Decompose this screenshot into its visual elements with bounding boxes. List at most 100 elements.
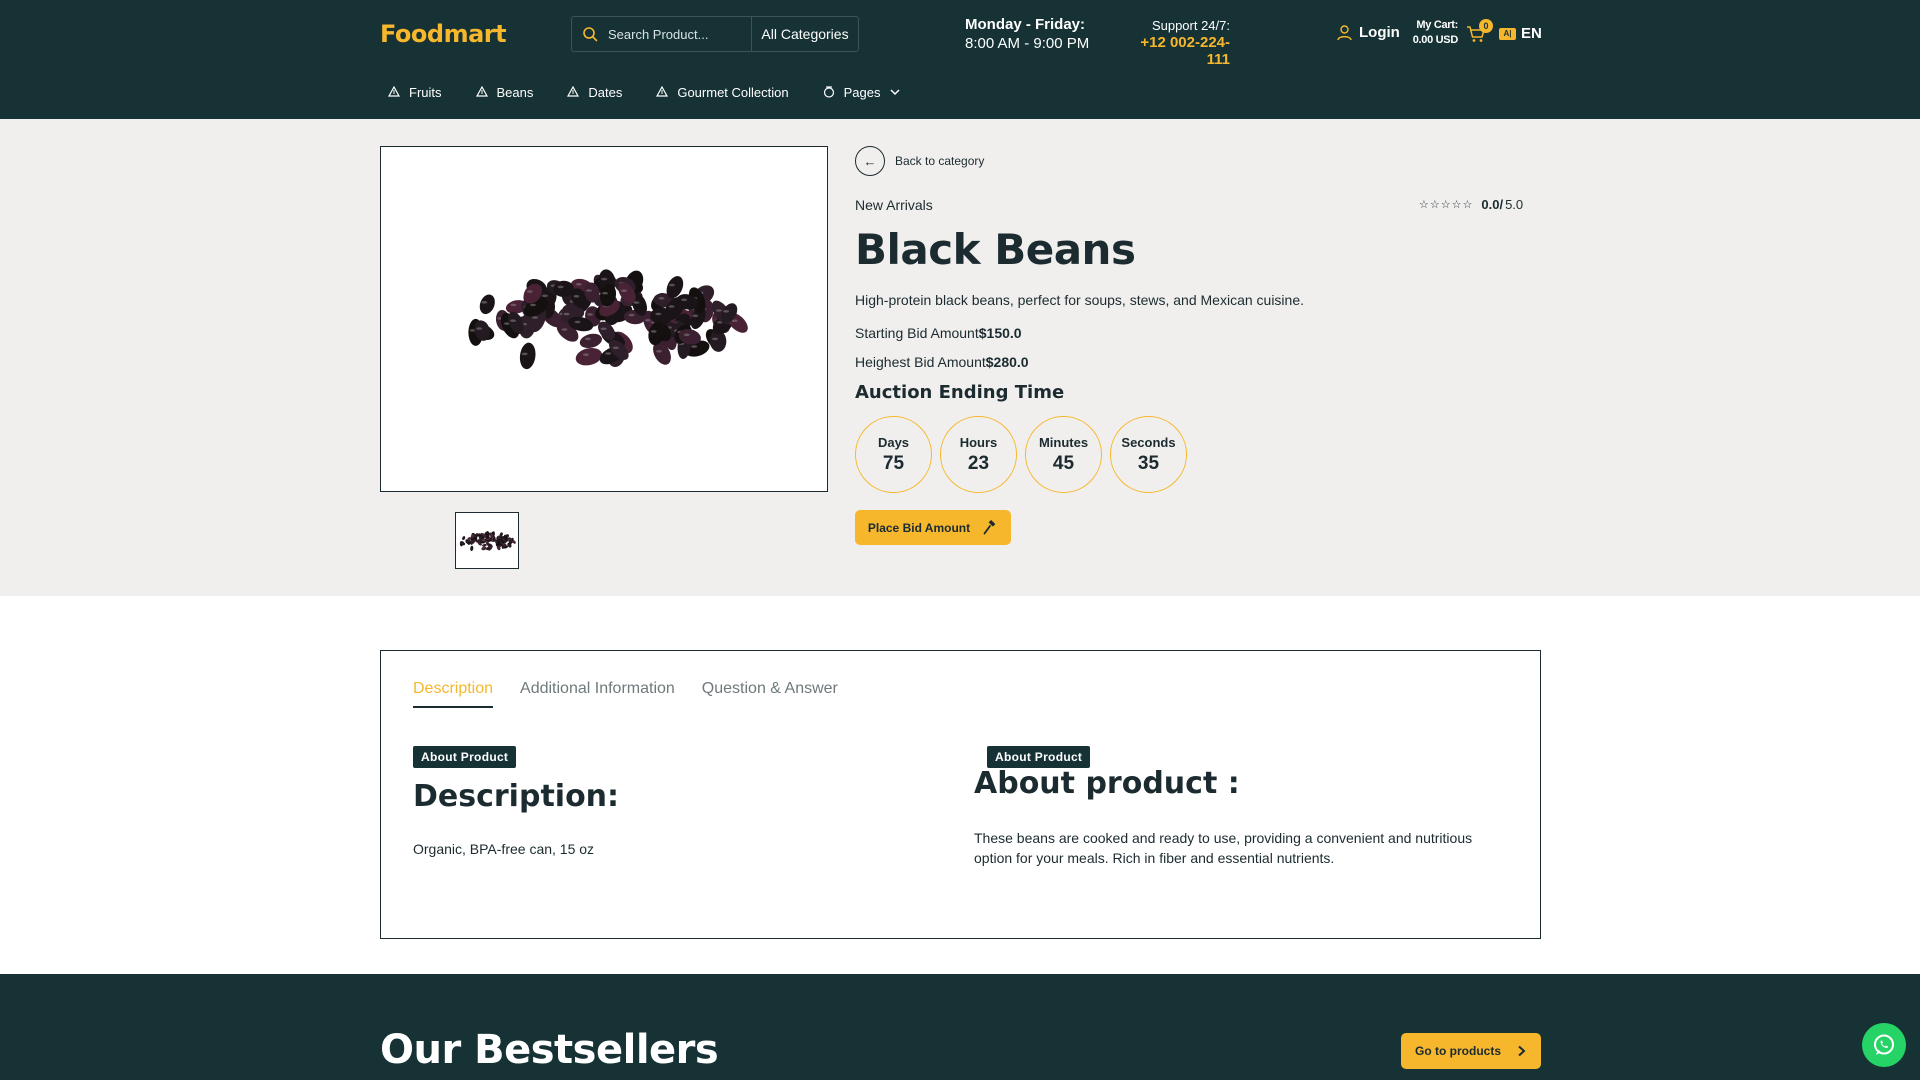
category-icon bbox=[388, 86, 400, 97]
rating-value: 0.0 bbox=[1481, 197, 1500, 212]
star-icon: ☆ bbox=[1429, 199, 1440, 211]
highest-bid: Heighest Bid Amount$280.0 bbox=[855, 354, 1029, 370]
nav-item-beans[interactable]: Beans bbox=[475, 84, 534, 100]
countdown-days: Days 75 bbox=[855, 416, 932, 493]
nav-item-fruits[interactable]: Fruits bbox=[388, 85, 442, 100]
tab-list: Description Additional Information Quest… bbox=[413, 680, 865, 708]
star-icon: ☆ bbox=[1440, 199, 1451, 211]
arrow-left-icon: ← bbox=[855, 146, 885, 176]
login-button[interactable]: Login bbox=[1336, 24, 1400, 41]
support-info: Support 24/7: +12 002-224-111 bbox=[1120, 17, 1230, 68]
language-selector[interactable]: A| EN bbox=[1499, 25, 1542, 42]
countdown-label: Days bbox=[877, 434, 910, 450]
nav-item-gourmet-collection[interactable]: Gourmet Collection bbox=[656, 84, 789, 100]
countdown-seconds: Seconds 35 bbox=[1110, 416, 1187, 493]
about-product-badge: About Product bbox=[413, 746, 517, 768]
star-icon: ☆ bbox=[1419, 199, 1429, 211]
main-nav: Fruits Beans Dates Gourmet Collection Pa… bbox=[388, 82, 935, 102]
description-text: Organic, BPA-free can, 15 oz bbox=[413, 841, 595, 857]
search-input[interactable] bbox=[608, 26, 738, 42]
rating-stars: ☆ ☆ ☆ ☆ ☆ bbox=[1419, 198, 1473, 211]
countdown-hours: Hours 23 bbox=[940, 416, 1017, 493]
product-thumbnail[interactable] bbox=[455, 512, 519, 569]
star-icon: ☆ bbox=[1462, 199, 1473, 211]
black-beans-thumbnail bbox=[459, 530, 516, 551]
about-product-text: These beans are cooked and ready to use,… bbox=[974, 830, 1473, 866]
category-select[interactable]: All Categories bbox=[752, 17, 858, 51]
countdown-value: 75 bbox=[882, 452, 905, 474]
bestsellers-section bbox=[0, 974, 1920, 1080]
top-header: Foodmart All Categories Monday - Friday:… bbox=[0, 0, 1920, 119]
place-bid-button[interactable]: Place Bid Amount bbox=[855, 510, 1011, 545]
nav-label: Gourmet Collection bbox=[677, 84, 789, 100]
tab-description[interactable]: Description bbox=[413, 680, 494, 708]
product-rating: ☆ ☆ ☆ ☆ ☆ 0.0 / 5.0 bbox=[1419, 197, 1523, 212]
product-category[interactable]: New Arrivals bbox=[855, 197, 933, 213]
language-flag-icon: A| bbox=[1499, 27, 1516, 40]
whatsapp-chat-button[interactable] bbox=[1862, 1023, 1906, 1067]
nav-label: Pages bbox=[843, 84, 881, 100]
tab-question-answer[interactable]: Question & Answer bbox=[702, 680, 838, 708]
cart-summary[interactable]: My Cart: 0.00 USD bbox=[1404, 18, 1459, 48]
logo[interactable]: Foodmart bbox=[380, 20, 507, 48]
go-to-products-label: Go to products bbox=[1415, 1044, 1501, 1058]
product-description: High-protein black beans, perfect for so… bbox=[855, 292, 1305, 308]
countdown-label: Minutes bbox=[1038, 434, 1089, 450]
starting-bid: Starting Bid Amount$150.0 bbox=[855, 325, 1022, 341]
nav-label: Fruits bbox=[409, 84, 442, 100]
product-title: Black Beans bbox=[855, 225, 1136, 274]
back-label: Back to category bbox=[895, 154, 985, 168]
chevron-down-icon bbox=[889, 89, 900, 96]
support-phone[interactable]: +12 002-224-111 bbox=[1120, 34, 1230, 68]
language-label: EN bbox=[1521, 25, 1542, 42]
product-main-image[interactable] bbox=[380, 146, 828, 492]
black-beans-image bbox=[468, 269, 748, 370]
description-heading: Description: bbox=[413, 779, 620, 814]
rating-separator: / bbox=[1499, 197, 1504, 212]
go-to-products-button[interactable]: Go to products bbox=[1401, 1033, 1541, 1069]
starting-bid-label: Starting Bid Amount bbox=[855, 325, 979, 341]
countdown-value: 45 bbox=[1052, 452, 1075, 474]
rating-max: 5.0 bbox=[1505, 197, 1524, 212]
countdown-label: Seconds bbox=[1121, 434, 1176, 450]
product-details-tabs: Description Additional Information Quest… bbox=[380, 650, 1541, 939]
login-label: Login bbox=[1359, 24, 1400, 41]
place-bid-label: Place Bid Amount bbox=[867, 520, 971, 535]
highest-bid-value: $280.0 bbox=[985, 354, 1029, 370]
category-icon bbox=[567, 86, 580, 97]
chevron-right-icon bbox=[1518, 1045, 1526, 1057]
nav-item-dates[interactable]: Dates bbox=[567, 85, 622, 100]
hours-days: Monday - Friday: bbox=[965, 16, 1086, 33]
opening-hours: Monday - Friday: 8:00 AM - 9:00 PM bbox=[965, 15, 1089, 53]
nav-label: Dates bbox=[588, 84, 623, 100]
auction-countdown: Days 75 Hours 23 Minutes 45 Seconds 35 bbox=[855, 416, 1195, 493]
nav-label: Beans bbox=[496, 84, 534, 100]
bestsellers-title: Our Bestsellers bbox=[380, 1027, 719, 1073]
category-icon bbox=[656, 86, 669, 97]
search-bar: All Categories bbox=[571, 16, 859, 52]
countdown-value: 23 bbox=[967, 452, 990, 474]
user-icon bbox=[1337, 25, 1352, 41]
whatsapp-icon bbox=[1874, 1034, 1894, 1055]
search-field-wrapper bbox=[572, 17, 752, 51]
cart-total: 0.00 USD bbox=[1412, 34, 1459, 46]
hours-times: 8:00 AM - 9:00 PM bbox=[965, 35, 1090, 52]
tab-additional-information[interactable]: Additional Information bbox=[520, 680, 675, 708]
back-to-category-link[interactable]: ← Back to category bbox=[855, 146, 984, 176]
countdown-minutes: Minutes 45 bbox=[1025, 416, 1102, 493]
search-icon bbox=[583, 27, 598, 42]
cart-count-badge: 0 bbox=[1479, 19, 1493, 33]
countdown-label: Hours bbox=[959, 434, 998, 450]
nav-item-pages[interactable]: Pages bbox=[823, 85, 901, 100]
highest-bid-label: Heighest Bid Amount bbox=[855, 354, 986, 370]
pages-icon bbox=[823, 86, 834, 98]
countdown-value: 35 bbox=[1137, 452, 1160, 474]
starting-bid-value: $150.0 bbox=[978, 325, 1022, 341]
about-product-badge: About Product bbox=[987, 746, 1091, 768]
cart-label: My Cart: bbox=[1416, 19, 1458, 31]
about-product-heading: About product : bbox=[974, 766, 1240, 801]
gavel-icon bbox=[983, 520, 996, 535]
auction-ending-title: Auction Ending Time bbox=[855, 382, 1065, 403]
category-icon bbox=[475, 86, 488, 97]
support-label: Support 24/7: bbox=[1151, 18, 1230, 33]
